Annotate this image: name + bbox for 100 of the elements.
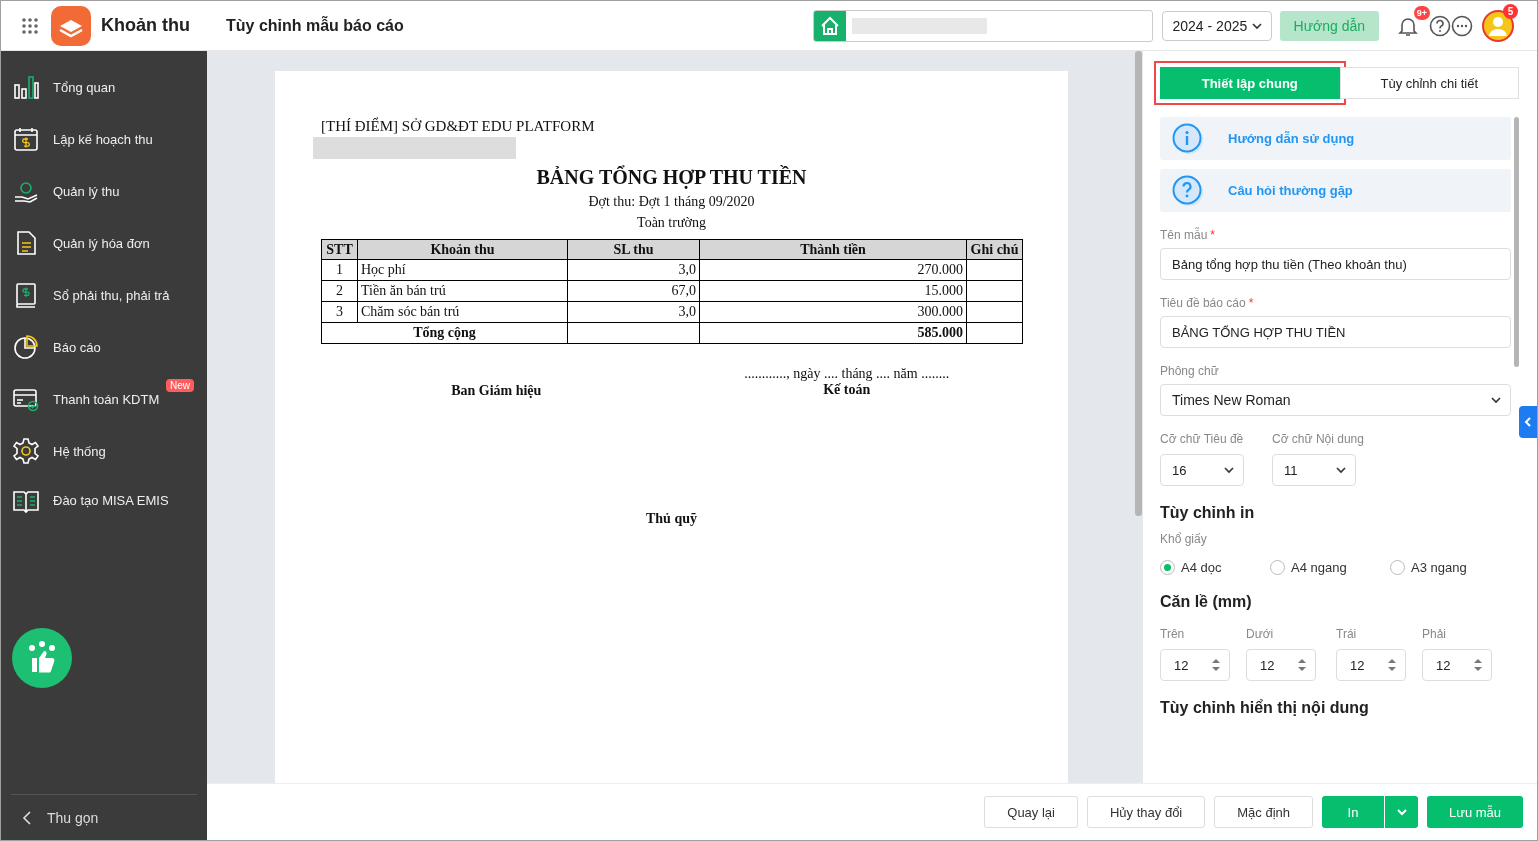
number-field[interactable]: 12 <box>1422 649 1492 681</box>
column-header: Khoản thu <box>357 239 568 260</box>
avatar-icon[interactable] <box>1482 9 1514 42</box>
apps-grid-icon[interactable] <box>21 16 39 35</box>
section-heading: Tùy chỉnh hiển thị nội dung <box>1160 699 1370 717</box>
field-label: Tiêu đề báo cáo <box>1160 296 1246 310</box>
sidebar-item[interactable]: Đào tạo MISA EMIS <box>1 477 207 523</box>
field-label: Phải <box>1422 626 1448 643</box>
table-cell: Tiền ăn bán trú <box>357 280 568 302</box>
field-label: Phông chữ <box>1160 364 1219 378</box>
stepper-icon[interactable] <box>1473 657 1483 673</box>
date-line: ............, ngày .... tháng .... năm ........ <box>744 366 950 382</box>
table-cell: 270.000 <box>699 259 967 281</box>
signer-title: Ban Giám hiệu <box>451 383 542 399</box>
field-label: Cỡ chữ Nội dung <box>1272 431 1364 448</box>
stepper-icon[interactable] <box>1387 657 1397 673</box>
table-cell: 1 <box>321 259 358 281</box>
gear-icon <box>12 437 40 465</box>
sidebar-item[interactable]: Sổ phải thu, phải trả <box>1 269 207 321</box>
number-field[interactable]: 12 <box>1336 649 1406 681</box>
report-period: Đợt thu: Đợt 1 tháng 09/2020 <box>587 194 756 210</box>
table-cell: Học phí <box>357 259 568 281</box>
field-label: Tên mẫu <box>1160 228 1208 242</box>
sidebar-item[interactable]: Quản lý thu <box>1 165 207 217</box>
chevron-down-icon <box>1223 464 1235 476</box>
table-cell: Chăm sóc bán trú <box>357 301 568 323</box>
home-icon[interactable] <box>813 10 846 41</box>
info-icon <box>1172 122 1204 155</box>
pie-chart-icon <box>12 333 40 361</box>
title-size-select[interactable]: 16 <box>1160 454 1244 486</box>
number-field[interactable]: 12 <box>1246 649 1316 681</box>
tab[interactable]: Tùy chỉnh chi tiết <box>1339 67 1519 99</box>
caret-icon <box>1395 806 1408 818</box>
default-button[interactable]: Mặc định <box>1214 796 1313 828</box>
avatar-badge: 5 <box>1503 3 1518 19</box>
table-cell: 15.000 <box>699 280 967 302</box>
more-icon[interactable] <box>1451 14 1473 37</box>
back-button[interactable]: Quay lại <box>984 796 1078 828</box>
chevron-down-icon <box>1335 464 1347 476</box>
new-badge: New <box>166 379 194 392</box>
chevron-down-icon <box>1490 394 1502 406</box>
radio-label[interactable]: A3 ngang <box>1411 560 1467 575</box>
column-header: STT <box>321 239 358 260</box>
chevron-left-icon <box>21 810 33 825</box>
required-mark: * <box>1210 228 1216 242</box>
table-cell: 300.000 <box>699 301 967 323</box>
required-mark: * <box>1248 296 1254 310</box>
scrollbar-thumb[interactable] <box>1135 51 1142 516</box>
signer-title: Thủ quỹ <box>645 511 698 527</box>
thumbs-up-stars-icon[interactable] <box>12 628 72 688</box>
sidebar-item[interactable]: Thanh toán KDTM New <box>1 373 207 425</box>
panel-toggle-button[interactable] <box>1519 406 1537 438</box>
school-field[interactable] <box>812 9 1153 42</box>
stepper-icon[interactable] <box>1297 657 1307 673</box>
notification-badge: 9+ <box>1413 5 1430 20</box>
report-title-field[interactable]: BẢNG TỔNG HỢP THU TIỀN <box>1160 316 1511 348</box>
calendar-dollar-icon <box>12 125 40 153</box>
sidebar-item[interactable]: Hệ thống <box>1 425 207 477</box>
total-amount: 585.000 <box>699 322 967 344</box>
field-label: Dưới <box>1246 626 1275 643</box>
page-title: Tùy chỉnh mẫu báo cáo <box>226 16 404 35</box>
year-select[interactable]: 2024 - 2025 <box>1161 10 1272 41</box>
report-scope: Toàn trường <box>636 215 707 231</box>
report-title: BẢNG TỔNG HỢP THU TIỀN <box>535 166 808 189</box>
section-heading: Căn lề (mm) <box>1160 593 1253 611</box>
chevron-left-icon <box>1524 417 1532 427</box>
font-select[interactable]: Times New Roman <box>1160 384 1511 416</box>
table-cell: 2 <box>321 280 358 302</box>
sidebar-item[interactable]: Lập kế hoạch thu <box>1 113 207 165</box>
field-label: Trên <box>1160 626 1186 643</box>
sidebar-item[interactable]: Báo cáo <box>1 321 207 373</box>
content-size-select[interactable]: 11 <box>1272 454 1356 486</box>
signer-title: Kế toán <box>823 382 871 398</box>
field-label: Trái <box>1336 626 1358 643</box>
stepper-icon[interactable] <box>1211 657 1221 673</box>
sidebar-item[interactable]: Quản lý hóa đơn <box>1 217 207 269</box>
total-label: Tổng cộng <box>321 322 568 344</box>
column-header: Thành tiền <box>699 239 967 260</box>
column-header: Ghi chú <box>966 239 1023 260</box>
column-header: SL thu <box>567 239 700 260</box>
discard-button[interactable]: Hủy thay đổi <box>1087 796 1206 828</box>
table-cell: 3,0 <box>567 301 700 323</box>
field-label: Cỡ chữ Tiêu đề <box>1160 431 1244 448</box>
table-cell: 3 <box>321 301 358 323</box>
template-name-field[interactable]: Bảng tổng hợp thu tiền (Theo khoản thu) <box>1160 248 1511 280</box>
radio-label[interactable]: A4 dọc <box>1181 560 1222 575</box>
field-label: Khổ giấy <box>1160 532 1208 546</box>
scrollbar-thumb[interactable] <box>1514 117 1519 367</box>
app-logo-icon <box>51 5 91 46</box>
help-icon <box>1172 174 1204 207</box>
app-name: Khoản thu <box>101 15 190 36</box>
bar-chart-icon <box>12 73 40 101</box>
print-options-button[interactable] <box>1385 796 1418 828</box>
organization-name: [THÍ ĐIỂM] SỞ GD&ĐT EDU PLATFORM <box>321 117 596 135</box>
collapse-button[interactable]: Thu gọn <box>11 794 197 840</box>
radio-label[interactable]: A4 ngang <box>1291 560 1347 575</box>
sidebar-item[interactable]: Tổng quan <box>1 61 207 113</box>
number-field[interactable]: 12 <box>1160 649 1230 681</box>
help-icon[interactable] <box>1429 14 1451 37</box>
section-heading: Tùy chỉnh in <box>1160 504 1256 522</box>
